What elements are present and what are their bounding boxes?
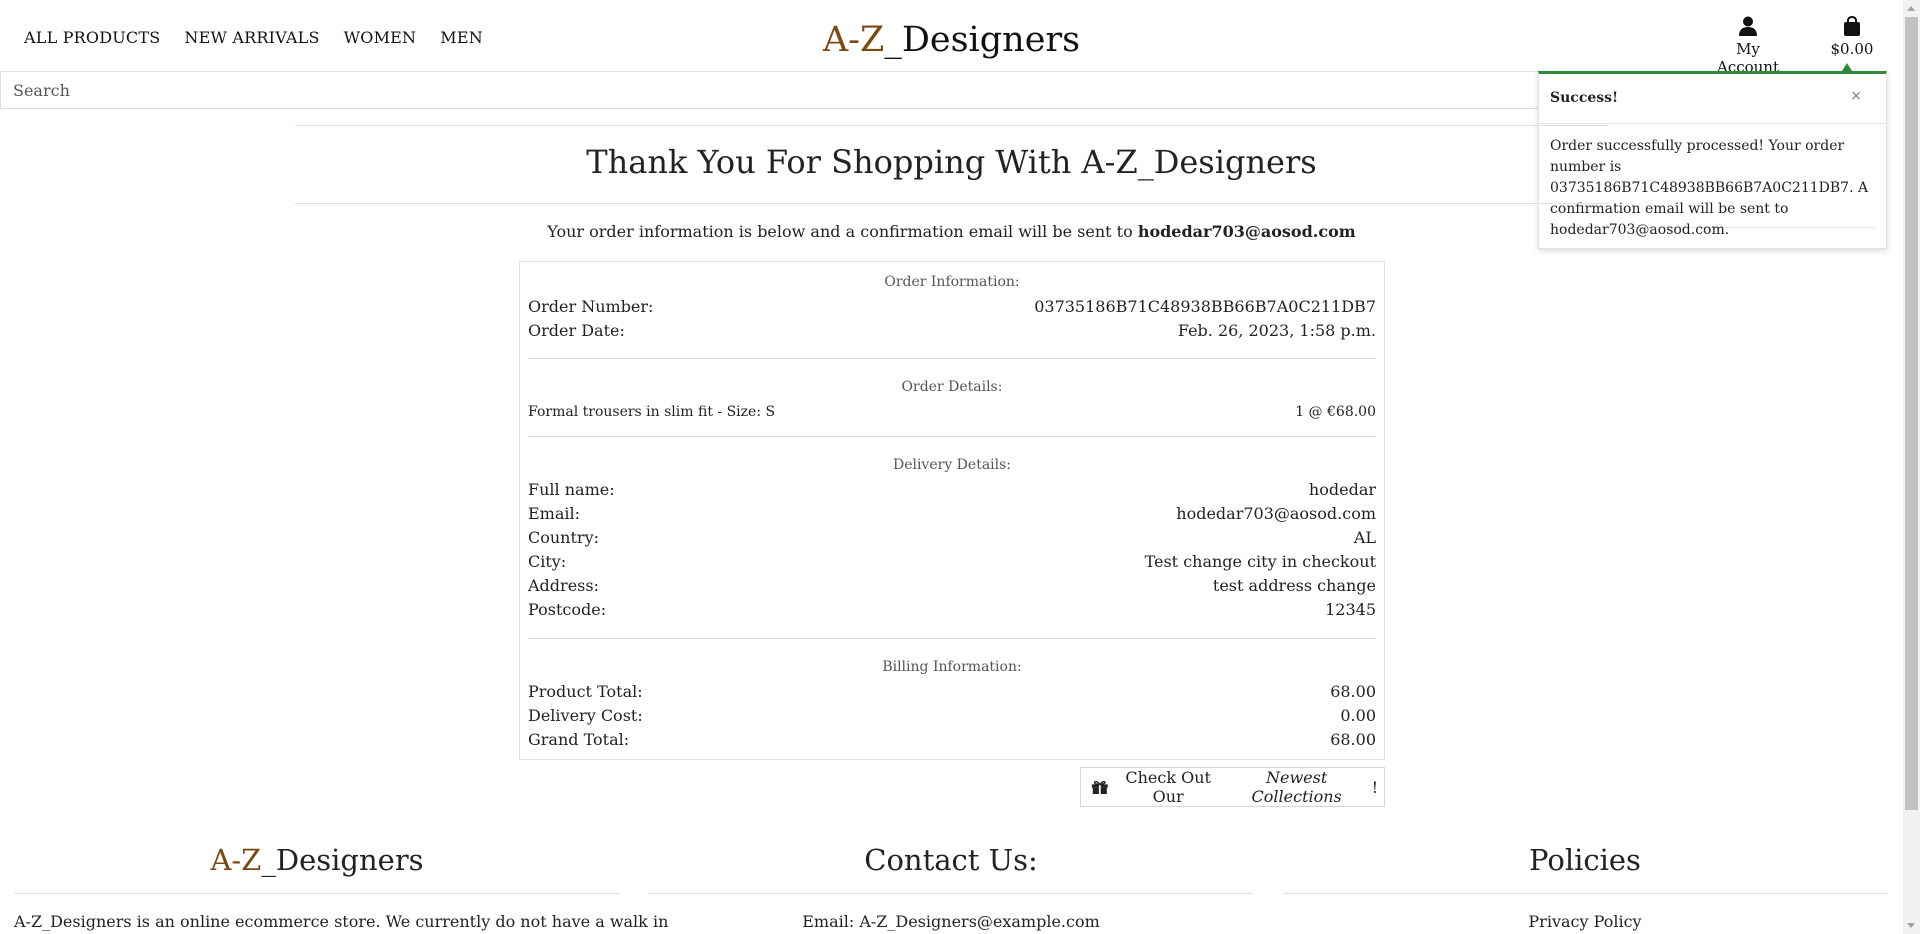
line-item-qty-price: 1 @ €68.00 <box>1295 404 1376 420</box>
order-line-item: Formal trousers in slim fit - Size: S 1 … <box>528 402 1376 422</box>
toast-pointer <box>1842 63 1852 71</box>
newest-collections-button[interactable]: Check Out Our Newest Collections! <box>1080 767 1385 807</box>
delivery-row-email: Email: hodedar703@aosod.com <box>528 504 1376 524</box>
order-info-heading: Order Information: <box>884 274 1020 290</box>
footer-contact-title: Contact Us: <box>864 843 1038 877</box>
order-number-label: Order Number: <box>528 297 654 316</box>
search-input[interactable] <box>0 71 1543 109</box>
site-header: ALL PRODUCTS NEW ARRIVALS WOMEN MEN A-Z_… <box>0 0 1903 76</box>
section-divider <box>528 638 1376 639</box>
delivery-row-postcode: Postcode: 12345 <box>528 600 1376 620</box>
footer-contact-email[interactable]: Email: A-Z_Designers@example.com <box>649 912 1253 931</box>
delivery-cost-value: 0.00 <box>1340 706 1376 725</box>
nav-new-arrivals[interactable]: NEW ARRIVALS <box>184 28 319 47</box>
full-name-label: Full name: <box>528 480 615 499</box>
order-summary-card: Order Information: Order Number: 0373518… <box>519 261 1385 760</box>
close-icon[interactable]: × <box>1850 88 1862 104</box>
footer-contact-divider <box>649 893 1253 894</box>
city-value: Test change city in checkout <box>1144 552 1376 571</box>
scroll-up-icon[interactable] <box>1907 6 1915 11</box>
delivery-row-address: Address: test address change <box>528 576 1376 596</box>
title-bottom-divider <box>295 203 1608 204</box>
order-details-heading: Order Details: <box>901 379 1003 395</box>
footer-brand-divider <box>14 893 620 894</box>
toast-header: Success! × <box>1539 74 1886 124</box>
order-number-row: Order Number: 03735186B71C48938BB66B7A0C… <box>528 297 1376 317</box>
address-value: test address change <box>1212 576 1376 595</box>
footer-about-text: A-Z_Designers is an online ecommerce sto… <box>14 912 669 931</box>
billing-row-grand-total: Grand Total: 68.00 <box>528 730 1376 750</box>
product-total-value: 68.00 <box>1330 682 1376 701</box>
product-total-label: Product Total: <box>528 682 643 701</box>
grand-total-label: Grand Total: <box>528 730 630 749</box>
order-date-label: Order Date: <box>528 321 625 340</box>
postcode-label: Postcode: <box>528 600 607 619</box>
country-label: Country: <box>528 528 599 547</box>
logo-part-designers[interactable]: _Designers <box>884 20 1080 60</box>
footer-policies-title: Policies <box>1529 843 1641 877</box>
scrollbar-thumb[interactable] <box>1905 17 1918 810</box>
my-account-link[interactable]: My Account <box>1703 16 1793 76</box>
collections-button-suffix: ! <box>1371 777 1378 797</box>
delivery-row-country: Country: AL <box>528 528 1376 548</box>
email-label: Email: <box>528 504 581 523</box>
cart-total: $0.00 <box>1830 40 1874 58</box>
user-icon <box>1739 16 1757 36</box>
full-name-value: hodedar <box>1308 480 1376 499</box>
collections-button-prefix: Check Out Our <box>1125 768 1211 806</box>
country-value: AL <box>1353 528 1376 547</box>
postcode-value: 12345 <box>1325 600 1376 619</box>
order-date-row: Order Date: Feb. 26, 2023, 1:58 p.m. <box>528 321 1376 341</box>
collections-button-emphasis: Newest Collections <box>1251 768 1342 806</box>
nav-all-products[interactable]: ALL PRODUCTS <box>24 28 160 47</box>
nav-men[interactable]: MEN <box>440 28 483 47</box>
order-number-value: 03735186B71C48938BB66B7A0C211DB7 <box>1034 297 1376 316</box>
gift-icon <box>1091 780 1108 795</box>
city-label: City: <box>528 552 567 571</box>
footer-privacy-link[interactable]: Privacy Policy <box>1283 912 1887 931</box>
intro-text: Your order information is below and a co… <box>547 222 1138 241</box>
intro-email: hodedar703@aosod.com <box>1137 222 1356 241</box>
billing-row-delivery-cost: Delivery Cost: 0.00 <box>528 706 1376 726</box>
title-top-divider <box>295 125 1608 126</box>
toast-title: Success! <box>1550 90 1619 106</box>
section-divider <box>528 358 1376 359</box>
address-label: Address: <box>528 576 599 595</box>
line-item-name: Formal trousers in slim fit - Size: S <box>528 404 776 420</box>
logo-part-az[interactable]: A-Z <box>823 20 884 60</box>
billing-row-product-total: Product Total: 68.00 <box>528 682 1376 702</box>
footer-policies-divider <box>1283 893 1887 894</box>
order-intro: Your order information is below and a co… <box>295 222 1608 241</box>
footer-logo-az: A-Z <box>210 843 262 877</box>
delivery-cost-label: Delivery Cost: <box>528 706 643 725</box>
section-divider <box>528 436 1376 437</box>
order-date-value: Feb. 26, 2023, 1:58 p.m. <box>1177 321 1376 340</box>
cart-link[interactable]: $0.00 <box>1820 16 1884 58</box>
delivery-row-full-name: Full name: hodedar <box>528 480 1376 500</box>
nav-women[interactable]: WOMEN <box>344 28 417 47</box>
footer-brand: A-Z_Designers <box>14 840 620 880</box>
email-value: hodedar703@aosod.com <box>1176 504 1376 523</box>
shopping-bag-icon <box>1844 16 1860 36</box>
grand-total-value: 68.00 <box>1330 730 1376 749</box>
scroll-down-icon[interactable] <box>1907 923 1915 928</box>
delivery-row-city: City: Test change city in checkout <box>528 552 1376 572</box>
page-title: Thank You For Shopping With A-Z_Designer… <box>586 143 1317 181</box>
main-nav: ALL PRODUCTS NEW ARRIVALS WOMEN MEN <box>24 28 483 47</box>
delivery-details-heading: Delivery Details: <box>892 457 1012 473</box>
billing-info-heading: Billing Information: <box>882 659 1022 675</box>
footer-logo-designers: _Designers <box>261 843 424 877</box>
